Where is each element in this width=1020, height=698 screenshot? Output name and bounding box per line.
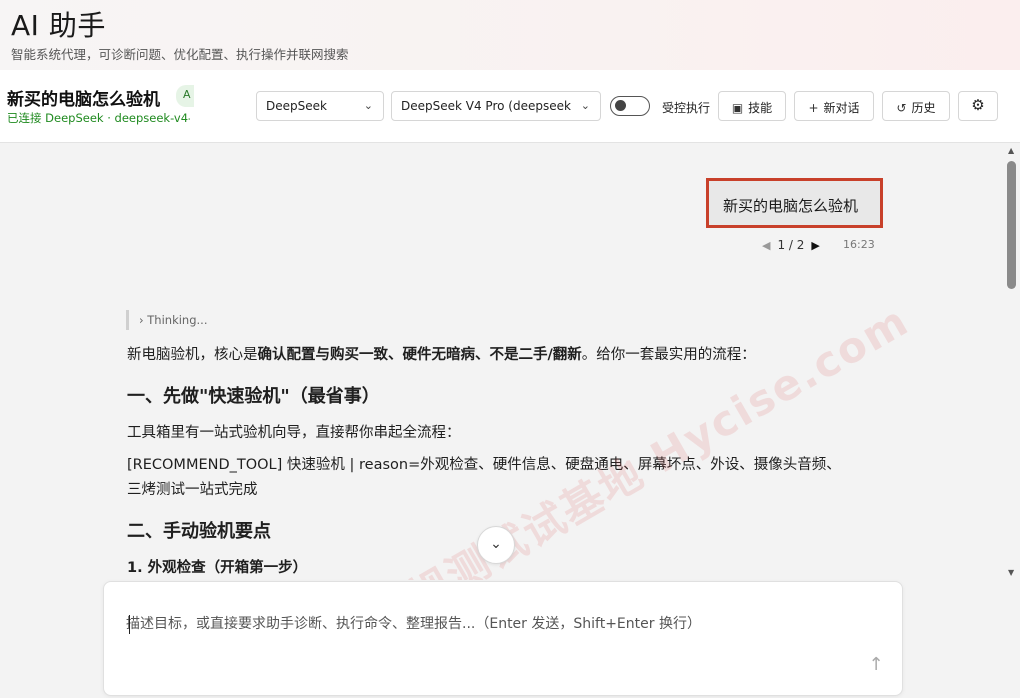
controlled-exec-label: 受控执行 (662, 101, 711, 115)
controlled-exec-toggle[interactable] (610, 96, 650, 116)
skills-label: 技能 (748, 101, 773, 115)
chevron-down-icon: ⌄ (580, 99, 590, 112)
chat-area: 新买的电脑怎么验机 ◀ 1 / 2 ▶ 16:23 › Thinking... 新电… (0, 143, 1004, 580)
text-caret (129, 615, 130, 634)
next-version-button[interactable]: ▶ (811, 239, 819, 252)
composer: ↑ (103, 581, 903, 696)
version-counter: 1 / 2 (777, 238, 805, 252)
chat-scrollbar[interactable]: ▲ ▼ (1004, 143, 1020, 580)
answer-intro-post: 。给你一套最实用的流程： (581, 347, 756, 363)
new-chat-label: 新对话 (823, 101, 860, 115)
arrow-up-icon: ↑ (868, 654, 884, 675)
chevron-down-icon: ⌄ (490, 536, 502, 552)
message-navigator: ◀ 1 / 2 ▶ (762, 238, 820, 252)
answer-paragraph: 工具箱里有一站式验机向导，直接帮你串起全流程： (127, 425, 461, 441)
message-input[interactable] (126, 613, 876, 641)
message-timestamp: 16:23 (843, 238, 875, 251)
answer-intro-bold: 确认配置与购买一致、硬件无暗病、不是二手/翻新 (257, 347, 582, 363)
recommend-tool-line: [RECOMMEND_TOOL] 快速验机 | reason=外观检查、硬件信息… (127, 457, 841, 498)
thinking-label: Thinking... (147, 313, 208, 327)
history-label: 历史 (911, 101, 936, 115)
scroll-to-bottom-button[interactable]: ⌄ (477, 526, 515, 564)
answer-intro-pre: 新电脑验机，核心是 (127, 347, 258, 363)
scrollbar-thumb[interactable] (1007, 161, 1016, 289)
model-select-value: DeepSeek V4 Pro (deepseek- (401, 99, 571, 113)
conversation-title: 新买的电脑怎么验机 (7, 90, 160, 110)
skill-icon: ▣ (731, 101, 744, 115)
toolbar: 新买的电脑怎么验机 A 已连接 DeepSeek · deepseek-v4-p… (0, 70, 1020, 143)
app-title: AI 助手 (11, 9, 106, 42)
prev-version-button[interactable]: ◀ (762, 239, 770, 252)
scroll-up-arrow-icon[interactable]: ▲ (1008, 146, 1014, 155)
send-button[interactable]: ↑ (864, 654, 888, 682)
provider-select-value: DeepSeek (266, 99, 327, 113)
app-header: AI 助手 智能系统代理，可诊断问题、优化配置、执行操作并联网搜索 (0, 0, 1020, 70)
answer-intro: 新电脑验机，核心是确认配置与购买一致、硬件无暗病、不是二手/翻新。给你一套最实用… (127, 343, 857, 368)
gear-icon: ⚙ (971, 96, 985, 114)
connection-status: 已连接 DeepSeek · deepseek-v4-pro (7, 111, 190, 125)
skills-button[interactable]: ▣ 技能 (718, 91, 786, 121)
history-button[interactable]: ↺ 历史 (882, 91, 950, 121)
chevron-down-icon: ⌄ (363, 99, 373, 112)
history-icon: ↺ (896, 101, 907, 115)
chevron-right-icon: › (139, 313, 144, 327)
settings-button[interactable]: ⚙ (958, 91, 998, 121)
app-subtitle: 智能系统代理，可诊断问题、优化配置、执行操作并联网搜索 (11, 47, 349, 62)
answer-heading-1: 一、先做"快速验机"（最省事） (127, 386, 380, 407)
model-select[interactable]: DeepSeek V4 Pro (deepseek- ⌄ (391, 91, 601, 121)
scroll-down-arrow-icon[interactable]: ▼ (1008, 568, 1014, 577)
user-message: 新买的电脑怎么验机 (706, 178, 883, 228)
toggle-knob (615, 100, 626, 111)
new-chat-button[interactable]: + 新对话 (794, 91, 874, 121)
provider-select[interactable]: DeepSeek ⌄ (256, 91, 384, 121)
plus-icon: + (808, 101, 819, 115)
thinking-toggle[interactable]: › Thinking... (126, 310, 207, 330)
status-badge: A (176, 85, 194, 107)
